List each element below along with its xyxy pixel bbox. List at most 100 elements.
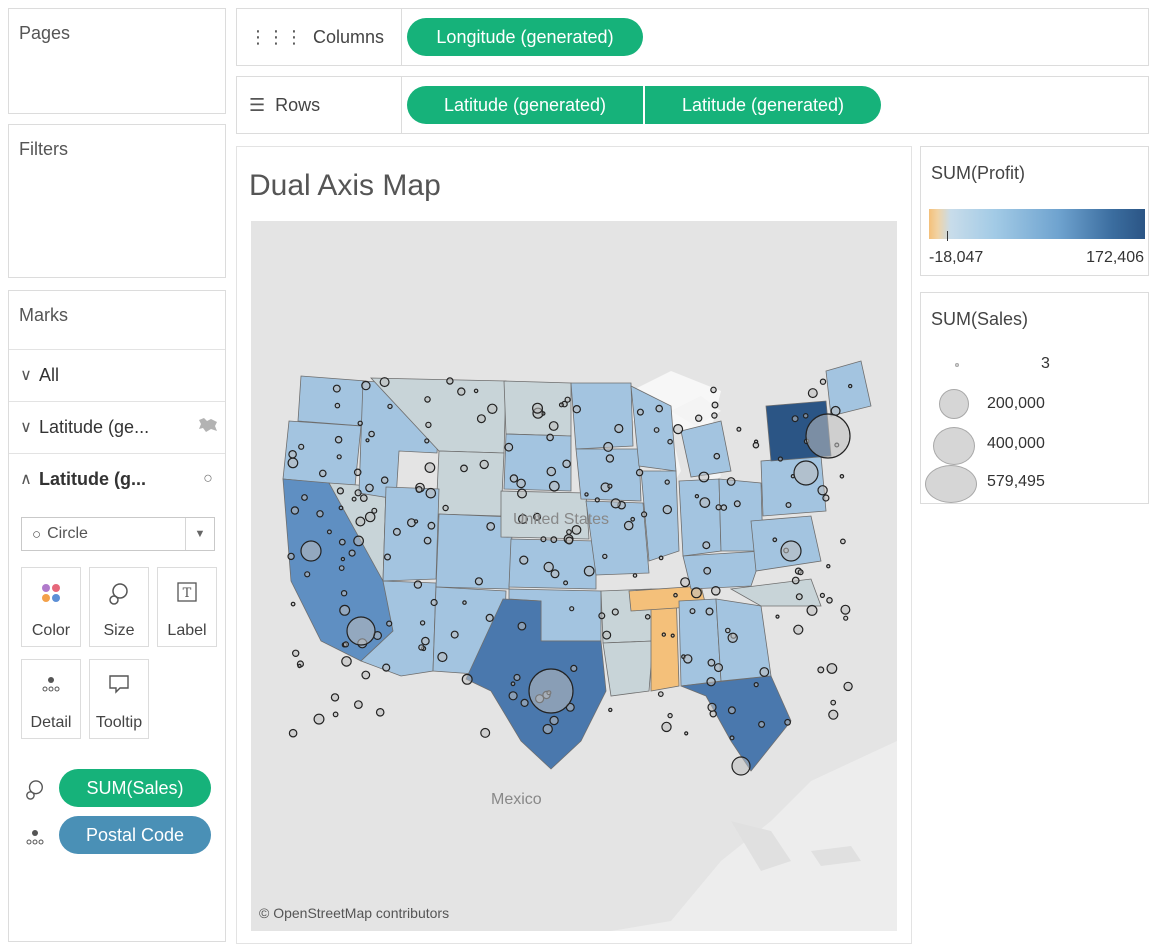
sales-circle[interactable] [316,510,324,518]
sales-circle[interactable] [570,664,578,672]
sales-circle[interactable] [510,681,516,687]
sales-circle[interactable] [365,438,370,443]
sales-circle[interactable] [338,565,345,572]
sales-circle[interactable] [504,442,514,452]
sales-circle[interactable] [450,630,459,639]
sales-circle[interactable] [726,477,736,486]
sales-circle[interactable] [425,487,437,499]
sales-circle[interactable] [549,715,559,726]
sales-circle[interactable] [795,593,803,601]
sales-circle[interactable] [819,378,827,385]
sales-circle[interactable] [667,438,673,445]
sales-circle[interactable] [736,426,742,432]
sales-circle[interactable] [430,598,438,607]
sales-circle[interactable] [819,592,826,598]
sales-circle[interactable] [287,457,299,469]
sales-circle[interactable] [731,756,751,776]
sales-circle[interactable] [623,520,634,531]
sales-circle[interactable] [546,433,554,442]
sales-circle[interactable] [806,604,818,616]
sales-circle[interactable] [602,630,612,640]
sales-circle[interactable] [563,580,569,586]
sales-circle[interactable] [351,496,357,502]
sales-circle[interactable] [342,641,350,648]
profit-legend[interactable]: SUM(Profit) -18,047 172,406 [920,146,1149,276]
sales-circle[interactable] [655,404,664,413]
sales-circle[interactable] [662,504,672,515]
sales-circle[interactable] [758,720,766,728]
sales-circle[interactable] [424,396,431,403]
pages-card[interactable]: Pages [8,8,226,114]
sales-circle[interactable] [611,608,619,616]
sales-circle[interactable] [338,538,346,546]
sales-circle[interactable] [532,402,544,414]
sales-circle[interactable] [371,507,378,514]
sales-circle[interactable] [319,469,327,478]
sales-circle[interactable] [355,516,366,527]
sales-circle[interactable] [673,424,684,435]
sales-circle[interactable] [667,712,673,719]
sales-circle[interactable] [423,536,432,545]
sales-circle[interactable] [297,663,302,669]
sales-circle[interactable] [707,658,716,667]
sales-circle[interactable] [817,666,825,674]
postal-code-pill[interactable]: Postal Code [59,816,211,854]
sales-circle[interactable] [840,604,851,615]
us-map[interactable] [251,221,897,931]
sales-circle[interactable] [641,511,648,518]
longitude-pill[interactable]: Longitude (generated) [407,18,643,56]
sales-circle[interactable] [632,573,638,578]
sales-circle[interactable] [334,402,341,409]
sales-circle[interactable] [415,486,423,494]
sales-circle[interactable] [784,718,791,726]
sales-circle[interactable] [546,466,557,477]
sales-circle[interactable] [476,414,486,424]
sales-circle[interactable] [695,414,703,422]
sales-circle[interactable] [720,504,728,511]
sales-circle[interactable] [340,590,348,597]
sales-circle[interactable] [566,529,572,535]
sales-circle[interactable] [487,403,498,414]
sales-circle[interactable] [608,707,613,713]
filters-card[interactable]: Filters [8,124,226,278]
sales-circle[interactable] [817,485,828,496]
sales-circle[interactable] [353,468,362,477]
sales-circle[interactable] [287,552,295,561]
sales-circle[interactable] [520,698,529,707]
sales-circle[interactable] [364,511,376,523]
sales-circle[interactable] [664,479,670,485]
map-canvas[interactable]: United States Mexico © OpenStreetMap con… [251,221,897,931]
dropdown-arrow-icon[interactable]: ▼ [185,518,214,550]
sales-circle[interactable] [793,460,819,486]
sales-circle[interactable] [729,735,735,741]
sales-circle[interactable] [843,681,853,692]
sales-circle[interactable] [353,535,364,547]
sales-circle[interactable] [509,474,519,483]
sales-circle[interactable] [542,723,553,735]
sales-circle[interactable] [357,420,363,426]
sales-circle[interactable] [707,702,717,712]
sales-circle[interactable] [392,527,401,536]
sales-circle[interactable] [508,691,518,701]
sales-circle[interactable] [460,464,468,473]
sales-circle[interactable] [301,494,308,501]
sales-circle[interactable] [528,668,574,714]
sales-circle[interactable] [598,612,606,620]
sales-circle[interactable] [298,443,305,450]
sales-circle[interactable] [474,577,483,586]
sales-circle[interactable] [797,569,804,576]
sales-circle[interactable] [807,388,818,399]
sales-circle[interactable] [713,452,721,460]
sales-circle[interactable] [332,711,339,718]
sales-circle[interactable] [791,415,799,423]
sales-circle[interactable] [714,663,724,673]
sales-circle[interactable] [607,483,613,489]
sales-circle[interactable] [288,728,298,738]
sales-circle[interactable] [387,403,393,410]
sales-circle[interactable] [336,487,345,495]
sales-circle[interactable] [705,607,714,616]
sales-circle[interactable] [413,519,419,524]
sales-circle[interactable] [644,613,651,620]
sales-circle[interactable] [706,677,716,687]
sales-circle[interactable] [421,636,430,646]
